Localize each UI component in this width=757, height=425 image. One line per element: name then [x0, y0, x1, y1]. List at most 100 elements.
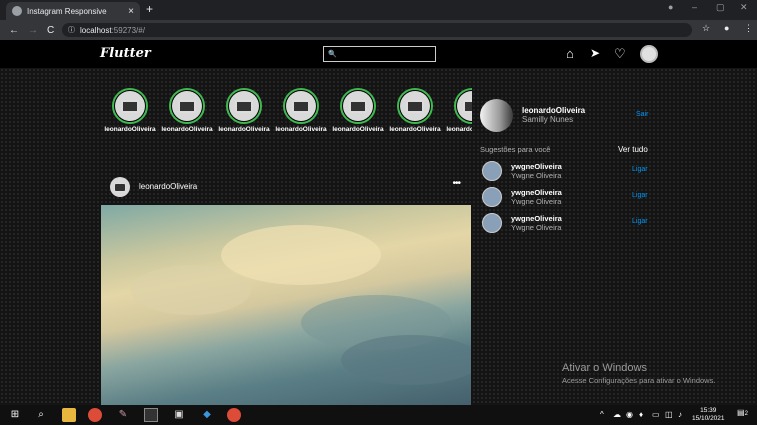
app-header: Flutter 🔍 ⌂ ➤ ♡ [0, 40, 757, 68]
post-username[interactable]: leonardoOliveira [139, 182, 197, 191]
post-avatar[interactable] [110, 177, 130, 197]
suggestion-username[interactable]: ywgneOliveira [511, 188, 562, 197]
url-host: localhost [80, 25, 112, 35]
search-input[interactable]: 🔍 [323, 46, 436, 62]
suggestion-item: ywgneOliveira Ywgne Oliveira Ligar [482, 213, 652, 235]
suggestion-avatar[interactable] [482, 161, 502, 181]
monitor-icon [349, 99, 367, 113]
new-tab-button[interactable]: + [146, 2, 153, 16]
bookmark-star-icon[interactable]: ☆ [702, 23, 710, 34]
see-all-link[interactable]: Ver tudo [618, 145, 648, 154]
suggestion-avatar[interactable] [482, 213, 502, 233]
current-user-name: Samilly Nunes [522, 115, 574, 124]
cloud-icon[interactable]: ☁ [613, 410, 621, 419]
connect-link[interactable]: Ligar [632, 166, 648, 173]
close-tab-icon[interactable]: × [128, 6, 134, 17]
story-item[interactable]: leonardoOliveira [214, 88, 274, 133]
story-ring [169, 88, 205, 124]
profile-dot-icon[interactable]: ● [668, 2, 673, 12]
vscode-icon[interactable]: ◆ [200, 408, 214, 422]
more-options-icon[interactable]: ••• [452, 178, 460, 189]
connect-link[interactable]: Ligar [632, 192, 648, 199]
profile-avatar-icon[interactable] [640, 45, 658, 63]
reload-icon[interactable]: C [47, 25, 54, 36]
app-icon[interactable]: ▣ [172, 408, 186, 422]
notifications-icon[interactable]: ▤2 [737, 408, 748, 417]
mic-icon[interactable]: ♦ [639, 410, 643, 419]
system-clock[interactable]: 15:39 15/10/2021 [692, 407, 725, 423]
home-icon[interactable]: ⌂ [566, 46, 574, 61]
menu-kebab-icon[interactable]: ⋮ [744, 23, 753, 34]
url-field[interactable]: ⓘ localhost:59273/#/ [62, 23, 692, 37]
connect-link[interactable]: Ligar [632, 218, 648, 225]
monitor-icon [463, 99, 472, 113]
suggestion-username[interactable]: ywgneOliveira [511, 162, 562, 171]
suggestion-name: Ywgne Oliveira [511, 197, 562, 206]
heart-icon[interactable]: ♡ [614, 46, 626, 62]
current-user-avatar[interactable] [480, 99, 513, 132]
windows-activation-watermark: Ativar o Windows Acesse Configurações pa… [562, 362, 715, 385]
post-image[interactable] [101, 205, 471, 405]
close-window-icon[interactable]: ✕ [740, 2, 748, 13]
forward-icon[interactable]: → [28, 25, 38, 36]
network-icon[interactable]: ◉ [626, 410, 633, 419]
cloud-shape [131, 265, 251, 315]
app-page: Flutter 🔍 ⌂ ➤ ♡ leonardoOliveira leonard… [0, 40, 757, 405]
app-logo[interactable]: Flutter [100, 46, 151, 61]
story-username: leonardoOliveira [161, 126, 213, 133]
send-icon[interactable]: ➤ [590, 46, 600, 60]
story-username: leonardoOliveira [275, 126, 327, 133]
suggestions-title: Sugestões para você [480, 145, 551, 154]
cloud-shape [341, 335, 471, 385]
story-ring [340, 88, 376, 124]
globe-icon [12, 6, 22, 16]
info-icon: ⓘ [68, 27, 75, 34]
story-ring [397, 88, 433, 124]
monitor-icon [406, 99, 424, 113]
minimize-icon[interactable]: – [692, 2, 697, 12]
terminal-icon[interactable] [144, 408, 158, 422]
story-item[interactable]: leonardoOliveira [385, 88, 445, 133]
account-icon[interactable]: ● [724, 23, 729, 33]
story-item[interactable]: leonardoOliveira [271, 88, 331, 133]
chevron-up-icon[interactable]: ^ [600, 410, 604, 419]
story-username: leonardoOliveira [332, 126, 384, 133]
wifi-icon[interactable]: ◫ [665, 410, 673, 419]
screen-icon[interactable]: ▭ [652, 410, 660, 419]
suggestion-avatar[interactable] [482, 187, 502, 207]
chrome-icon[interactable] [227, 408, 241, 422]
current-username[interactable]: leonardoOliveira [522, 106, 585, 115]
suggestion-item: ywgneOliveira Ywgne Oliveira Ligar [482, 187, 652, 209]
back-icon[interactable]: ← [9, 25, 19, 36]
notification-count: 2 [744, 411, 748, 417]
maximize-icon[interactable]: ▢ [716, 2, 725, 13]
story-ring [226, 88, 262, 124]
windows-taskbar: ⊞ ⌕ ✎ ▣ ◆ ^ ☁ ◉ ♦ ▭ ◫ ♪ 15:39 15/10/2021… [0, 405, 757, 425]
story-ring [283, 88, 319, 124]
chrome-icon[interactable] [88, 408, 102, 422]
story-username: leonardoOliveira [218, 126, 270, 133]
search-icon: 🔍 [328, 51, 337, 58]
suggestion-name: Ywgne Oliveira [511, 223, 562, 232]
stories-bar: leonardoOliveira leonardoOliveira leonar… [100, 88, 472, 140]
watermark-title: Ativar o Windows [562, 362, 647, 374]
story-item[interactable]: leonardoOliveira [157, 88, 217, 133]
story-item[interactable]: leonardoOliveira [328, 88, 388, 133]
browser-tab[interactable]: Instagram Responsive × [6, 2, 140, 20]
story-item[interactable]: leonardoOliveira [442, 88, 472, 133]
suggestion-username[interactable]: ywgneOliveira [511, 214, 562, 223]
browser-tab-strip: Instagram Responsive × + ● – ▢ ✕ [0, 0, 757, 20]
tab-title: Instagram Responsive [27, 6, 107, 16]
volume-icon[interactable]: ♪ [678, 410, 682, 419]
monitor-icon [235, 99, 253, 113]
url-path: :59273/#/ [111, 25, 145, 35]
story-item[interactable]: leonardoOliveira [100, 88, 160, 133]
file-explorer-icon[interactable] [62, 408, 76, 422]
story-username: leonardoOliveira [446, 126, 472, 133]
windows-start-icon[interactable]: ⊞ [8, 408, 22, 422]
suggestion-name: Ywgne Oliveira [511, 171, 562, 180]
search-icon[interactable]: ⌕ [34, 408, 48, 422]
logout-link[interactable]: Sair [636, 111, 648, 118]
monitor-icon [178, 99, 196, 113]
paint-icon[interactable]: ✎ [116, 408, 130, 422]
